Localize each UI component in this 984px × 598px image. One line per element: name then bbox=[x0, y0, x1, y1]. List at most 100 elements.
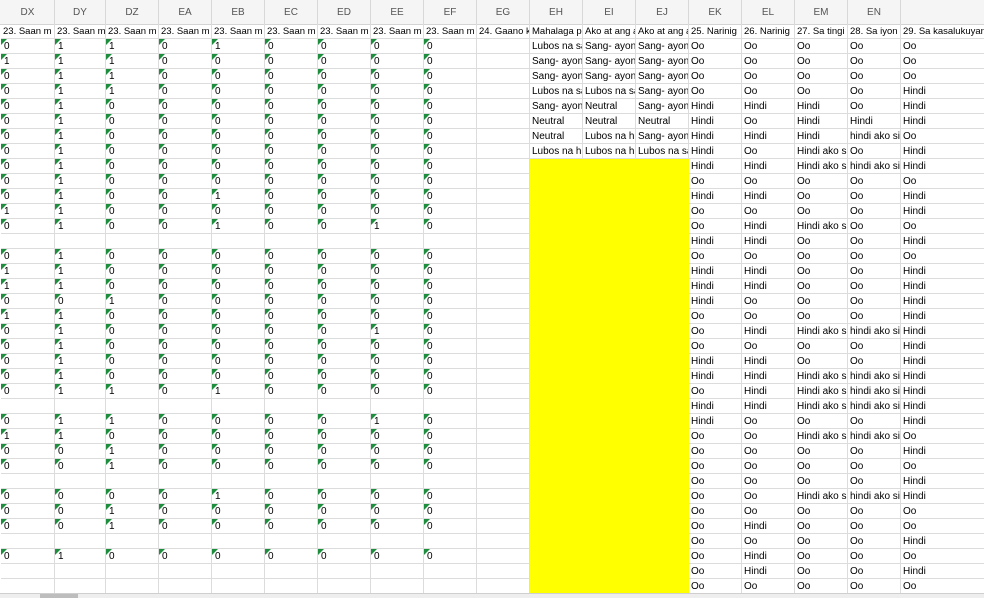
table-cell[interactable]: Hindi ako s bbox=[795, 159, 848, 174]
table-cell[interactable] bbox=[636, 459, 689, 474]
table-cell[interactable]: Oo bbox=[901, 219, 984, 234]
table-cell[interactable]: 0 bbox=[265, 264, 318, 279]
table-cell[interactable]: 1 bbox=[371, 414, 424, 429]
table-cell[interactable]: 0 bbox=[318, 354, 371, 369]
table-cell[interactable] bbox=[636, 444, 689, 459]
table-cell[interactable]: 0 bbox=[318, 129, 371, 144]
table-cell[interactable] bbox=[477, 129, 530, 144]
table-cell[interactable]: 0 bbox=[371, 129, 424, 144]
table-cell[interactable]: 0 bbox=[265, 144, 318, 159]
table-cell[interactable]: 0 bbox=[318, 264, 371, 279]
table-cell[interactable]: Sang- ayon bbox=[636, 39, 689, 54]
table-cell[interactable]: 0 bbox=[318, 114, 371, 129]
table-cell[interactable]: 1 bbox=[55, 429, 106, 444]
table-cell[interactable] bbox=[477, 174, 530, 189]
table-cell[interactable]: 0 bbox=[1, 459, 55, 474]
table-cell[interactable]: Oo bbox=[848, 279, 901, 294]
table-cell[interactable] bbox=[106, 564, 159, 579]
table-cell[interactable]: Hindi bbox=[901, 474, 984, 489]
table-cell[interactable] bbox=[583, 399, 636, 414]
table-cell[interactable] bbox=[636, 234, 689, 249]
table-cell[interactable]: 0 bbox=[424, 264, 477, 279]
table-cell[interactable]: 1 bbox=[106, 54, 159, 69]
table-cell[interactable] bbox=[1, 579, 55, 593]
table-cell[interactable] bbox=[477, 369, 530, 384]
column-letter[interactable]: EC bbox=[265, 0, 318, 24]
table-cell[interactable] bbox=[636, 414, 689, 429]
table-cell[interactable]: 0 bbox=[318, 339, 371, 354]
table-cell[interactable]: 0 bbox=[318, 294, 371, 309]
table-cell[interactable]: 1 bbox=[1, 264, 55, 279]
table-cell[interactable] bbox=[583, 429, 636, 444]
table-cell[interactable]: Oo bbox=[689, 564, 742, 579]
table-cell[interactable]: 0 bbox=[1, 324, 55, 339]
table-cell[interactable] bbox=[106, 474, 159, 489]
table-cell[interactable]: Oo bbox=[689, 174, 742, 189]
column-header-cell[interactable]: 23. Saan m bbox=[424, 24, 477, 39]
table-cell[interactable]: 0 bbox=[265, 174, 318, 189]
table-cell[interactable] bbox=[636, 309, 689, 324]
table-cell[interactable]: 0 bbox=[1, 99, 55, 114]
table-cell[interactable] bbox=[318, 399, 371, 414]
table-cell[interactable]: 0 bbox=[265, 369, 318, 384]
table-cell[interactable]: 0 bbox=[159, 489, 212, 504]
table-cell[interactable]: Oo bbox=[848, 54, 901, 69]
column-header-cell[interactable]: 29. Sa kasalukuyan bbox=[901, 24, 984, 39]
table-cell[interactable]: 0 bbox=[106, 189, 159, 204]
table-cell[interactable]: 0 bbox=[318, 279, 371, 294]
table-cell[interactable] bbox=[583, 234, 636, 249]
table-cell[interactable]: 0 bbox=[55, 294, 106, 309]
table-cell[interactable]: 1 bbox=[212, 384, 265, 399]
table-cell[interactable] bbox=[55, 234, 106, 249]
column-header-cell[interactable]: Ako at ang a bbox=[636, 24, 689, 39]
table-cell[interactable]: Hindi bbox=[795, 99, 848, 114]
table-cell[interactable]: Hindi bbox=[901, 369, 984, 384]
table-cell[interactable]: Oo bbox=[848, 354, 901, 369]
table-cell[interactable]: 0 bbox=[265, 129, 318, 144]
table-cell[interactable] bbox=[530, 474, 583, 489]
table-cell[interactable]: 1 bbox=[371, 219, 424, 234]
table-cell[interactable]: 0 bbox=[159, 339, 212, 354]
table-cell[interactable] bbox=[477, 564, 530, 579]
table-cell[interactable]: 0 bbox=[212, 504, 265, 519]
table-cell[interactable] bbox=[477, 279, 530, 294]
table-cell[interactable]: Oo bbox=[689, 69, 742, 84]
table-cell[interactable] bbox=[477, 114, 530, 129]
table-cell[interactable]: 1 bbox=[106, 444, 159, 459]
table-cell[interactable] bbox=[636, 369, 689, 384]
table-cell[interactable]: 0 bbox=[265, 219, 318, 234]
table-cell[interactable]: Oo bbox=[689, 39, 742, 54]
table-cell[interactable] bbox=[477, 474, 530, 489]
table-cell[interactable]: Oo bbox=[848, 69, 901, 84]
table-cell[interactable] bbox=[55, 564, 106, 579]
table-cell[interactable]: Oo bbox=[742, 114, 795, 129]
column-letter[interactable]: EK bbox=[689, 0, 742, 24]
table-cell[interactable]: 1 bbox=[212, 489, 265, 504]
table-cell[interactable] bbox=[477, 159, 530, 174]
table-cell[interactable]: Hindi bbox=[689, 294, 742, 309]
column-letter[interactable]: EB bbox=[212, 0, 265, 24]
table-cell[interactable]: 0 bbox=[1, 384, 55, 399]
table-cell[interactable] bbox=[530, 579, 583, 593]
table-cell[interactable]: 0 bbox=[318, 489, 371, 504]
table-cell[interactable]: Hindi bbox=[689, 369, 742, 384]
column-header-cell[interactable]: 26. Narinig bbox=[742, 24, 795, 39]
table-cell[interactable] bbox=[530, 459, 583, 474]
table-cell[interactable]: 0 bbox=[159, 114, 212, 129]
table-cell[interactable]: Hindi bbox=[901, 99, 984, 114]
table-cell[interactable]: Neutral bbox=[530, 129, 583, 144]
table-cell[interactable]: 0 bbox=[371, 159, 424, 174]
table-cell[interactable]: hindi ako si bbox=[848, 429, 901, 444]
table-cell[interactable]: 0 bbox=[265, 459, 318, 474]
table-cell[interactable]: Oo bbox=[742, 39, 795, 54]
table-cell[interactable] bbox=[477, 534, 530, 549]
table-cell[interactable] bbox=[530, 354, 583, 369]
table-cell[interactable]: Hindi bbox=[689, 114, 742, 129]
table-cell[interactable] bbox=[636, 429, 689, 444]
table-cell[interactable]: Oo bbox=[901, 39, 984, 54]
table-cell[interactable] bbox=[55, 399, 106, 414]
table-cell[interactable]: Oo bbox=[795, 84, 848, 99]
table-cell[interactable] bbox=[530, 174, 583, 189]
table-cell[interactable]: Sang- ayon bbox=[636, 54, 689, 69]
table-cell[interactable] bbox=[424, 564, 477, 579]
